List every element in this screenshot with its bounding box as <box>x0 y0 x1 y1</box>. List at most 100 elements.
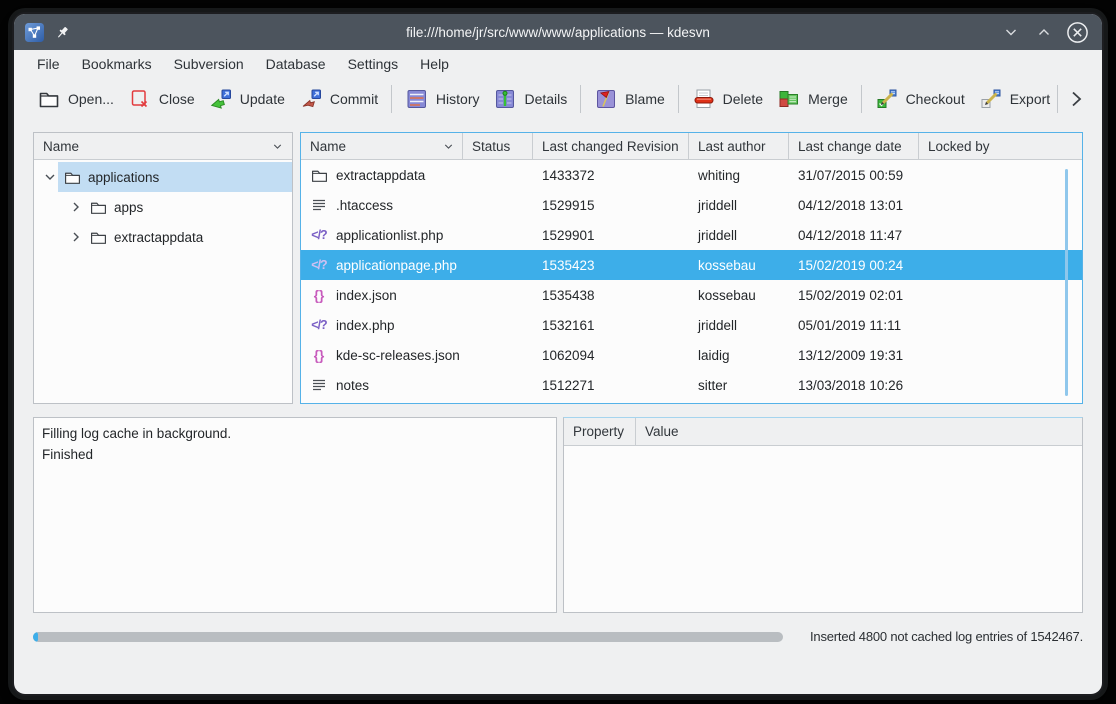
file-date: 15/02/2019 02:01 <box>789 288 919 303</box>
menu-database[interactable]: Database <box>255 53 337 75</box>
kdesvn-window: file:///home/jr/src/www/www/applications… <box>14 14 1102 694</box>
menu-help[interactable]: Help <box>409 53 460 75</box>
toolbar-separator <box>678 85 679 113</box>
chevron-right-icon[interactable] <box>68 229 84 245</box>
file-revision: 1062094 <box>533 348 689 363</box>
table-row[interactable]: notes 1512271 sitter 13/03/2018 10:26 <box>301 370 1082 400</box>
close-document-icon <box>128 87 152 111</box>
checkout-button[interactable]: Checkout <box>868 83 972 115</box>
update-label: Update <box>240 91 285 107</box>
file-date: 15/02/2019 00:24 <box>789 258 919 273</box>
tree-item-label: extractappdata <box>114 230 203 245</box>
properties-body[interactable] <box>564 446 1082 606</box>
menu-bookmarks[interactable]: Bookmarks <box>71 53 163 75</box>
column-header-date[interactable]: Last change date <box>789 133 919 159</box>
file-date: 13/03/2018 10:26 <box>789 378 919 393</box>
file-revision: 1433372 <box>533 168 689 183</box>
file-name: notes <box>336 378 369 393</box>
maximize-button[interactable] <box>1032 20 1056 44</box>
php-file-icon: </? <box>310 316 328 334</box>
tree-header[interactable]: Name <box>34 133 292 160</box>
folder-icon <box>310 166 328 184</box>
pin-icon[interactable] <box>54 24 71 41</box>
close-repo-button[interactable]: Close <box>121 83 202 115</box>
details-button[interactable]: Details <box>486 83 574 115</box>
file-revision: 1535438 <box>533 288 689 303</box>
file-author: kossebau <box>689 288 789 303</box>
file-date: 05/01/2019 11:11 <box>789 318 919 333</box>
column-header-value[interactable]: Value <box>636 424 679 439</box>
window-title: file:///home/jr/src/www/www/applications… <box>14 25 1102 40</box>
log-output-panel[interactable]: Filling log cache in background. Finishe… <box>33 417 557 613</box>
column-header-property[interactable]: Property <box>564 418 636 445</box>
menu-bar: File Bookmarks Subversion Database Setti… <box>14 50 1102 78</box>
app-icon <box>25 23 44 42</box>
table-row[interactable]: </?index.php 1532161 jriddell 05/01/2019… <box>301 310 1082 340</box>
column-header-revision[interactable]: Last changed Revision <box>533 133 689 159</box>
progress-fill <box>33 632 38 642</box>
tree-item-applications[interactable]: applications <box>34 162 292 192</box>
folder-icon <box>63 168 81 186</box>
tree-item-apps[interactable]: apps <box>34 192 292 222</box>
merge-button[interactable]: Merge <box>770 83 855 115</box>
file-revision: 1512271 <box>533 378 689 393</box>
close-button[interactable] <box>1065 20 1089 44</box>
folder-icon <box>89 228 107 246</box>
table-row-selected[interactable]: </?applicationpage.php 1535423 kossebau … <box>301 250 1082 280</box>
column-header-name[interactable]: Name <box>301 133 463 159</box>
blame-flag-icon <box>594 87 618 111</box>
tree-header-label: Name <box>43 139 79 154</box>
blame-button[interactable]: Blame <box>587 83 672 115</box>
menu-file[interactable]: File <box>26 53 71 75</box>
properties-header: Property Value <box>564 418 1082 446</box>
file-date: 04/12/2018 13:01 <box>789 198 919 213</box>
file-author: jriddell <box>689 198 789 213</box>
commit-button[interactable]: Commit <box>292 83 385 115</box>
chevron-right-icon[interactable] <box>68 199 84 215</box>
progress-bar <box>33 632 783 642</box>
file-date: 13/12/2009 19:31 <box>789 348 919 363</box>
table-row[interactable]: {}index.json 1535438 kossebau 15/02/2019… <box>301 280 1082 310</box>
toolbar-overflow-button[interactable] <box>1064 87 1088 111</box>
update-button[interactable]: Update <box>202 83 292 115</box>
export-label: Export <box>1010 91 1050 107</box>
details-icon <box>493 87 517 111</box>
column-header-locked[interactable]: Locked by <box>919 133 1082 159</box>
delete-button[interactable]: Delete <box>685 83 770 115</box>
checkout-label: Checkout <box>906 91 965 107</box>
column-header-author[interactable]: Last author <box>689 133 789 159</box>
file-table-header: Name Status Last changed Revision Last a… <box>301 133 1082 160</box>
vertical-scrollbar[interactable] <box>1065 169 1068 396</box>
menu-settings[interactable]: Settings <box>337 53 410 75</box>
tree-item-label: apps <box>114 200 143 215</box>
tree-item-extractappdata[interactable]: extractappdata <box>34 222 292 252</box>
minimize-button[interactable] <box>999 20 1023 44</box>
history-button[interactable]: History <box>398 83 487 115</box>
table-row[interactable]: {}kde-sc-releases.json 1062094 laidig 13… <box>301 340 1082 370</box>
text-file-icon <box>310 196 328 214</box>
chevron-down-icon[interactable] <box>42 169 58 185</box>
export-button[interactable]: Export <box>972 83 1057 115</box>
table-row[interactable]: .htaccess 1529915 jriddell 04/12/2018 13… <box>301 190 1082 220</box>
file-name: extractappdata <box>336 168 425 183</box>
tree-item-label: applications <box>88 170 159 185</box>
history-label: History <box>436 91 480 107</box>
open-folder-icon <box>37 87 61 111</box>
file-revision: 1535423 <box>533 258 689 273</box>
file-revision: 1532161 <box>533 318 689 333</box>
column-header-status[interactable]: Status <box>463 133 533 159</box>
toolbar-separator <box>861 85 862 113</box>
history-icon <box>405 87 429 111</box>
table-row[interactable]: extractappdata 1433372 whiting 31/07/201… <box>301 160 1082 190</box>
file-date: 31/07/2015 00:59 <box>789 168 919 183</box>
title-bar[interactable]: file:///home/jr/src/www/www/applications… <box>14 14 1102 50</box>
file-author: kossebau <box>689 258 789 273</box>
log-line: Finished <box>42 444 548 465</box>
repository-tree-panel: Name applications <box>33 132 293 404</box>
table-row[interactable]: </?applicationlist.php 1529901 jriddell … <box>301 220 1082 250</box>
file-author: whiting <box>689 168 789 183</box>
open-button[interactable]: Open... <box>30 83 121 115</box>
status-bar: Inserted 4800 not cached log entries of … <box>14 613 1102 644</box>
menu-subversion[interactable]: Subversion <box>163 53 255 75</box>
delete-icon <box>692 87 716 111</box>
